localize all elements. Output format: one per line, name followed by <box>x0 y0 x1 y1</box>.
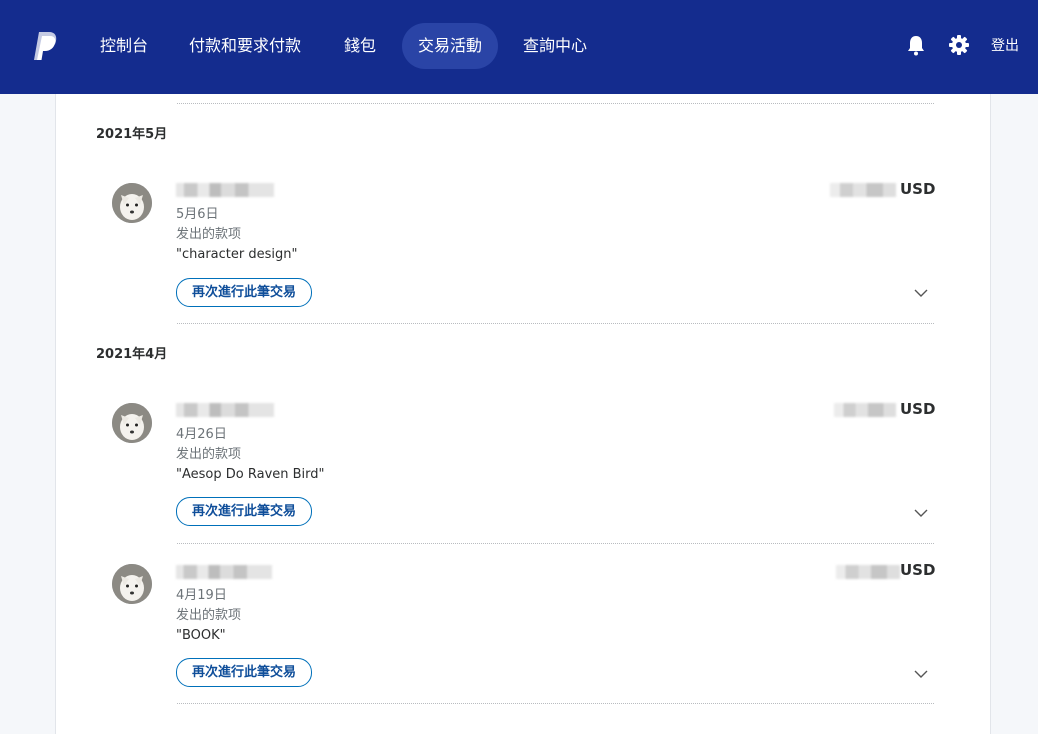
transaction-note: "BOOK" <box>176 628 226 643</box>
avatar <box>112 403 152 443</box>
transaction-date: 4月26日 <box>176 427 227 442</box>
nav-dashboard[interactable]: 控制台 <box>84 23 164 69</box>
avatar <box>112 564 152 604</box>
amount-currency: USD <box>900 400 936 418</box>
bell-icon[interactable] <box>906 34 926 56</box>
nav-help-center[interactable]: 查詢中心 <box>507 23 603 69</box>
gear-icon[interactable] <box>949 35 969 55</box>
chevron-down-icon[interactable] <box>914 508 928 518</box>
paypal-logo[interactable] <box>32 30 60 62</box>
divider <box>177 703 934 704</box>
transaction-note: "Aesop Do Raven Bird" <box>176 467 325 482</box>
transaction-row[interactable]: USD 5月6日 发出的款项 "character design" 再次進行此筆… <box>56 174 990 334</box>
divider <box>177 323 934 324</box>
chevron-down-icon[interactable] <box>914 669 928 679</box>
transaction-row[interactable]: USD 4月19日 发出的款项 "BOOK" 再次進行此筆交易 <box>56 555 990 715</box>
activity-list: 2021年5月 USD 5月6日 发出的款项 "character design… <box>55 94 991 734</box>
chevron-down-icon[interactable] <box>914 288 928 298</box>
logout-link[interactable]: 登出 <box>991 36 1019 56</box>
repeat-transaction-button[interactable]: 再次進行此筆交易 <box>176 497 312 526</box>
transaction-row[interactable]: USD 4月26日 发出的款项 "Aesop Do Raven Bird" 再次… <box>56 394 990 554</box>
divider <box>177 103 934 104</box>
amount-currency: USD <box>900 561 936 579</box>
nav-activity[interactable]: 交易活動 <box>402 23 499 69</box>
transaction-date: 5月6日 <box>176 207 219 222</box>
nav-send-request[interactable]: 付款和要求付款 <box>173 23 317 69</box>
counterparty-name <box>176 403 274 417</box>
repeat-transaction-button[interactable]: 再次進行此筆交易 <box>176 658 312 687</box>
transaction-date: 4月19日 <box>176 588 227 603</box>
amount-value <box>834 403 896 417</box>
repeat-transaction-button[interactable]: 再次進行此筆交易 <box>176 278 312 307</box>
transaction-type: 发出的款项 <box>176 447 242 462</box>
divider <box>177 543 934 544</box>
month-header: 2021年5月 <box>96 127 168 142</box>
top-navigation-bar: 控制台 付款和要求付款 錢包 交易活動 查詢中心 登出 <box>0 0 1038 94</box>
transaction-type: 发出的款项 <box>176 608 242 623</box>
transaction-note: "character design" <box>176 247 298 262</box>
avatar <box>112 183 152 223</box>
counterparty-name <box>176 565 272 579</box>
amount-value <box>836 565 900 579</box>
amount-currency: USD <box>900 180 936 198</box>
nav-wallet[interactable]: 錢包 <box>328 23 392 69</box>
transaction-type: 发出的款项 <box>176 227 242 242</box>
month-header: 2021年4月 <box>96 347 168 362</box>
amount-value <box>830 183 896 197</box>
counterparty-name <box>176 183 274 197</box>
